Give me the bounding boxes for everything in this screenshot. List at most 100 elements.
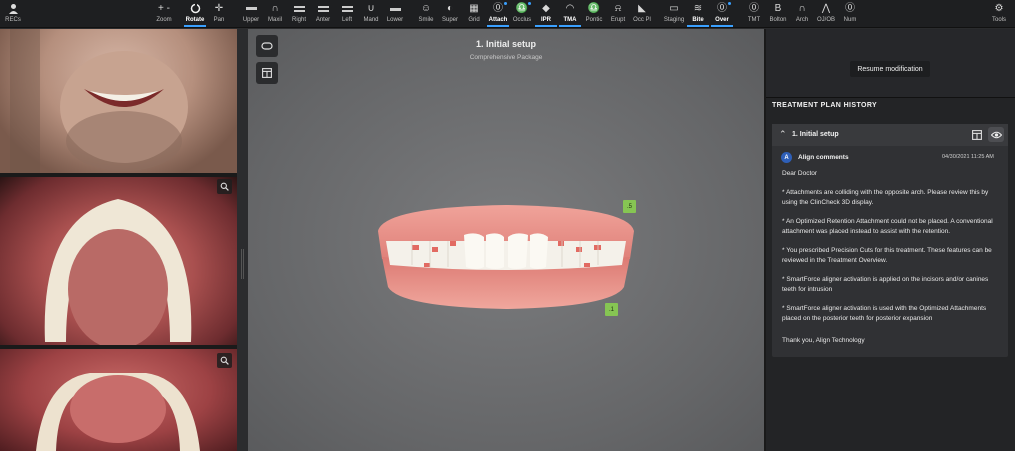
pontic-button[interactable]: ♎ Pontic	[581, 2, 607, 26]
bolton-icon: B	[774, 2, 782, 14]
ipr-marker-upper[interactable]: .5	[623, 200, 636, 213]
layout-icon	[972, 130, 982, 140]
toolbar-label: Bite	[692, 17, 704, 23]
toolbar-label: Pontic	[585, 17, 603, 23]
super-button[interactable]: ◐ Super	[437, 2, 463, 26]
ipr-marker-lower[interactable]: .1	[605, 303, 618, 316]
tmt-button[interactable]: ⓪ TMT	[741, 2, 767, 26]
lower-button[interactable]: Lower	[382, 2, 408, 26]
magnifier-icon	[220, 356, 229, 365]
layout-icon	[262, 68, 272, 78]
occpl-button[interactable]: ◣ Occ Pl	[629, 2, 655, 26]
person-icon	[8, 2, 19, 15]
toolbar-label: Zoom	[156, 17, 172, 23]
ipr-button[interactable]: ◆ IPR	[533, 2, 559, 27]
occlus-button[interactable]: ♎ Occlus	[509, 2, 535, 26]
pontic-icon: ♎	[587, 2, 601, 14]
lower-arch-icon	[389, 2, 401, 15]
toolbar-label: Mand	[363, 17, 379, 23]
pan-icon: ✛	[214, 2, 224, 14]
mandibular-icon: ∪	[367, 2, 375, 14]
toolbar-label: Erupt	[610, 17, 626, 23]
gear-icon: ⚙	[994, 2, 1004, 14]
anter-button[interactable]: Anter	[310, 2, 336, 26]
upper-button[interactable]: Upper	[238, 2, 264, 26]
toolbar-label: TMA	[563, 17, 577, 23]
comment-paragraph: * SmartForce aligner activation is used …	[782, 305, 987, 322]
left-button[interactable]: Left	[334, 2, 360, 26]
tmt-icon: ⓪	[749, 2, 759, 14]
toolbar-label: Right	[291, 17, 306, 23]
3d-viewer[interactable]: 1. Initial setup Comprehensive Package .…	[248, 29, 764, 451]
recs-button[interactable]: RECs	[0, 2, 26, 26]
staging-icon: ▭	[669, 2, 679, 14]
tools-button[interactable]: ⚙ Tools	[986, 2, 1012, 26]
comment-paragraph: * SmartForce aligner activation is appli…	[782, 276, 989, 293]
active-dot	[528, 2, 531, 5]
over-button[interactable]: ⓪ Over	[709, 2, 735, 27]
active-dot	[504, 2, 507, 5]
chevron-up-icon[interactable]: ⌃	[779, 129, 787, 140]
view-setup-button[interactable]	[988, 127, 1004, 142]
setup-history-card: ⌃ 1. Initial setup A Align comments 04/3…	[772, 124, 1008, 357]
comment-date: 04/30/2021 11:25 AM	[942, 154, 994, 160]
maxil-button[interactable]: ∩ Maxil	[262, 2, 288, 26]
smile-icon: ☺	[420, 2, 432, 14]
smile-button[interactable]: ☺ Smile	[413, 2, 439, 26]
ojob-button[interactable]: ⋀ OJ/OB	[813, 2, 839, 26]
magnifier-icon	[220, 182, 229, 191]
zoom-upper-photo-button[interactable]	[217, 179, 232, 194]
comment-greeting: Dear Doctor	[782, 170, 818, 177]
eye-icon	[990, 131, 1002, 138]
toolbar-label: Anter	[315, 17, 331, 23]
lower-occlusal-photo[interactable]	[0, 349, 237, 451]
num-button[interactable]: ⓪ Num	[837, 2, 863, 26]
clincheck-app: RECs + - Zoom Rotate ✛ Pan Upper ∩ Maxil…	[0, 0, 1015, 451]
attach-button[interactable]: ⓪ Attach	[485, 2, 511, 27]
toolbar-label: Occlus	[512, 17, 532, 23]
arch-icon: ∩	[798, 2, 806, 14]
stage-title: 1. Initial setup	[475, 39, 536, 49]
comment-paragraph: * An Optimized Retention Attachment coul…	[782, 218, 993, 235]
toolbar-label: Staging	[663, 17, 685, 23]
upper-occlusal-photo[interactable]	[0, 177, 237, 345]
right-button[interactable]: Right	[286, 2, 312, 26]
maxillary-icon: ∩	[271, 2, 279, 14]
occlusal-plane-icon: ◣	[638, 2, 646, 14]
zoom-lower-photo-button[interactable]	[217, 353, 232, 368]
superimpose-icon: ◐	[446, 2, 454, 14]
resume-modification-button[interactable]: Resume modification	[850, 61, 930, 77]
arch-button[interactable]: ∩ Arch	[789, 2, 815, 26]
upper-arch-icon	[245, 2, 257, 15]
attachment-icon: ⓪	[493, 2, 503, 14]
toolbar-label: Super	[441, 17, 458, 23]
dental-3d-model[interactable]	[372, 201, 640, 311]
mand-button[interactable]: ∪ Mand	[358, 2, 384, 26]
package-subtitle: Comprehensive Package	[469, 54, 543, 61]
tma-icon: ◠	[565, 2, 575, 14]
bolton-button[interactable]: B Bolton	[765, 2, 791, 26]
pan-button[interactable]: ✛ Pan	[206, 2, 232, 26]
comment-paragraph: * You prescribed Precision Cuts for this…	[782, 247, 992, 264]
tma-button[interactable]: ◠ TMA	[557, 2, 583, 27]
grid-button[interactable]: ▦ Grid	[461, 2, 487, 26]
toolbar-label: Left	[341, 17, 352, 23]
layout-button[interactable]	[256, 62, 278, 84]
comment-paragraph: * Attachments are colliding with the opp…	[782, 189, 989, 206]
erupt-button[interactable]: ⍾ Erupt	[605, 2, 631, 26]
overlay-icon: ⓪	[717, 2, 727, 14]
compare-layout-button[interactable]	[971, 129, 983, 141]
smile-photo[interactable]	[0, 29, 237, 173]
setup-card-header[interactable]: ⌃ 1. Initial setup	[772, 124, 1008, 146]
treatment-plan-panel: Resume modification TREATMENT PLAN HISTO…	[766, 29, 1015, 451]
toolbar-label: Lower	[386, 17, 404, 23]
rotate-button[interactable]: Rotate	[182, 2, 208, 27]
photo-panel-splitter[interactable]	[237, 29, 248, 451]
staging-button[interactable]: ▭ Staging	[661, 2, 687, 26]
numbering-icon: ⓪	[845, 2, 855, 14]
bite-button[interactable]: ≋ Bite	[685, 2, 711, 27]
comment-author: Align comments	[798, 154, 849, 161]
splitter-grip-icon	[241, 249, 244, 279]
zoom-button[interactable]: + - Zoom	[151, 2, 177, 26]
comment-signoff: Thank you, Align Technology	[782, 337, 865, 344]
